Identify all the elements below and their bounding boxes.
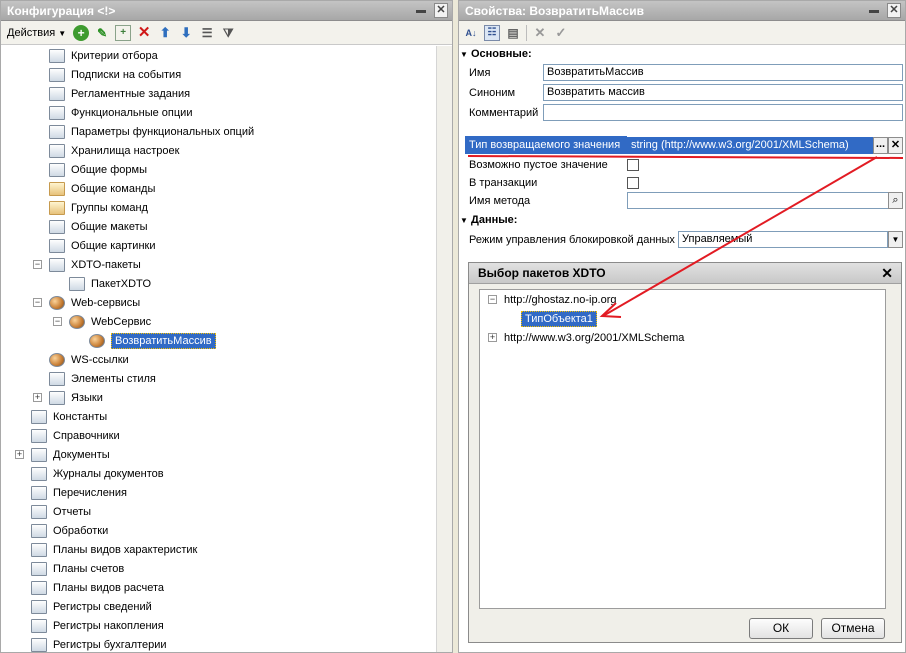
annotation-overlay bbox=[467, 155, 904, 318]
annotation-arrow-line bbox=[602, 156, 878, 317]
annotation-underline bbox=[467, 155, 904, 159]
